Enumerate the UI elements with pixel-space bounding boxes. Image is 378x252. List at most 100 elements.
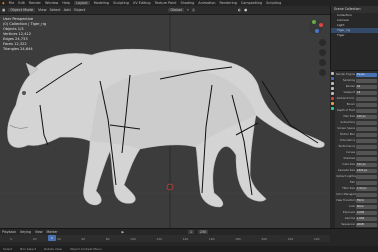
menu-help[interactable]: Help [62,1,70,5]
property-field[interactable] [356,174,377,179]
status-rotate-view: Rotate View [44,247,62,251]
property-field[interactable]: 0.000 [356,210,377,215]
property-label: Exposure [342,211,355,214]
property-field[interactable]: 1024 px [356,168,377,173]
shading-solid-icon[interactable]: ● [244,8,247,12]
tab-texture-paint[interactable]: Texture Paint [155,1,177,5]
timeline-tick-label: 0 [10,236,13,241]
property-field[interactable]: 16 [356,90,377,95]
tab-rendering[interactable]: Rendering [220,1,237,5]
mode-dropdown[interactable]: Object Mode [8,8,36,12]
status-bar: Select Box Select Rotate View Object Con… [0,246,378,252]
property-field[interactable] [356,108,377,113]
tab-uv-editing[interactable]: UV Editing [133,1,151,5]
start-frame-field[interactable]: 1 [188,230,195,234]
menu-object[interactable]: Object [74,8,86,12]
property-field[interactable]: 64 [356,84,377,89]
property-field[interactable] [356,132,377,137]
property-row: Sampling [336,78,377,83]
property-row: Subsurface [336,120,377,125]
menu-edit[interactable]: Edit [18,1,25,5]
property-field[interactable] [356,138,377,143]
tiger-model-render [0,15,330,228]
perspective-toggle-icon[interactable] [319,69,326,76]
property-field[interactable]: 100 px [356,114,377,119]
menu-keying[interactable]: Keying [20,230,31,234]
property-row: Performance [336,144,377,149]
property-field[interactable]: Filmic [356,198,377,203]
menu-view[interactable]: View [38,8,47,12]
menu-marker[interactable]: Marker [47,230,58,234]
status-context-menu: Object Context Menu [69,247,102,251]
proportional-edit-icon[interactable]: ◎ [192,8,195,12]
tab-scripting[interactable]: Scripting [266,1,281,5]
property-row: Color Management [336,192,377,197]
3d-viewport[interactable]: User Perspective (0) Collection | Tiger_… [0,15,330,228]
blender-logo-icon[interactable]: ◆ [2,1,5,5]
property-label: Bloom [346,103,355,106]
menu-add[interactable]: Add [64,8,71,12]
overlay-icon[interactable]: ◐ [238,8,241,12]
viewport-stats: User Perspective (0) Collection | Tiger_… [3,17,46,52]
property-field[interactable] [356,120,377,125]
menu-view-timeline[interactable]: View [35,230,43,234]
property-field[interactable]: 512 px [356,162,377,167]
property-field[interactable]: 1.50 px [356,186,377,191]
zoom-icon[interactable] [319,39,326,46]
pan-hand-icon[interactable] [319,49,326,56]
property-field[interactable] [356,150,377,155]
property-row: Indirect Lighting [336,174,377,179]
tab-modeling[interactable]: Modeling [94,1,109,5]
menu-render[interactable]: Render [29,1,41,5]
timeline-tick-label: 40 [57,236,61,241]
outliner-item[interactable]: Tiger [331,33,378,38]
property-field[interactable] [356,126,377,131]
snap-icon[interactable]: ⌖ [187,8,189,12]
property-label: Sampling [342,79,355,82]
transform-orientation-dropdown[interactable]: Global [168,8,184,12]
tab-animation[interactable]: Animation [198,1,215,5]
timeline-tick-label: 120 [156,236,163,241]
end-frame-field[interactable]: 250 [198,230,209,234]
timeline-tick-label: 240 [313,236,320,241]
camera-view-icon[interactable] [319,59,326,66]
current-frame-indicator[interactable]: 1 [48,235,56,241]
editor-type-icon[interactable]: ▣ [2,8,5,12]
menu-playback[interactable]: Playback [2,230,16,234]
timeline-tick-label: 100 [130,236,136,241]
property-label: View Transform [336,199,356,202]
property-field[interactable]: Eevee [356,72,377,77]
property-field[interactable] [356,144,377,149]
property-row: Curves [336,150,377,155]
status-select: Select [3,247,13,251]
menu-file[interactable]: File [9,1,15,5]
property-label: Gamma [344,217,355,220]
property-field[interactable]: sRGB [356,222,377,227]
tab-sculpting[interactable]: Sculpting [113,1,129,5]
property-label: Look [348,205,355,208]
property-field[interactable] [356,78,377,83]
tab-compositing[interactable]: Compositing [241,1,262,5]
menu-window[interactable]: Window [45,1,58,5]
menu-select[interactable]: Select [50,8,61,12]
tab-shading[interactable]: Shading [180,1,194,5]
property-row: Cube Size 512 px [336,162,377,167]
property-label: Filter Size [342,187,355,190]
play-icon[interactable]: ▶ [122,230,124,234]
timeline-tick-label: 200 [261,236,268,241]
property-field[interactable]: 1.000 [356,216,377,221]
navigation-gizmo[interactable] [308,19,324,35]
property-field[interactable] [356,102,377,107]
property-field[interactable] [356,96,377,101]
property-label: Subsurface [340,121,355,124]
property-row: Volumetrics [336,138,377,143]
outliner-header: Scene Collection [331,6,378,13]
property-field[interactable] [356,156,377,161]
timeline-tick-label: 60 [81,236,86,241]
property-label: Depth of Field [336,109,355,112]
tab-layout[interactable]: Layout [74,1,90,5]
property-field[interactable]: None [356,204,377,209]
property-label: Sequencer [341,223,355,226]
property-field[interactable] [356,192,377,197]
property-field[interactable] [356,180,377,185]
